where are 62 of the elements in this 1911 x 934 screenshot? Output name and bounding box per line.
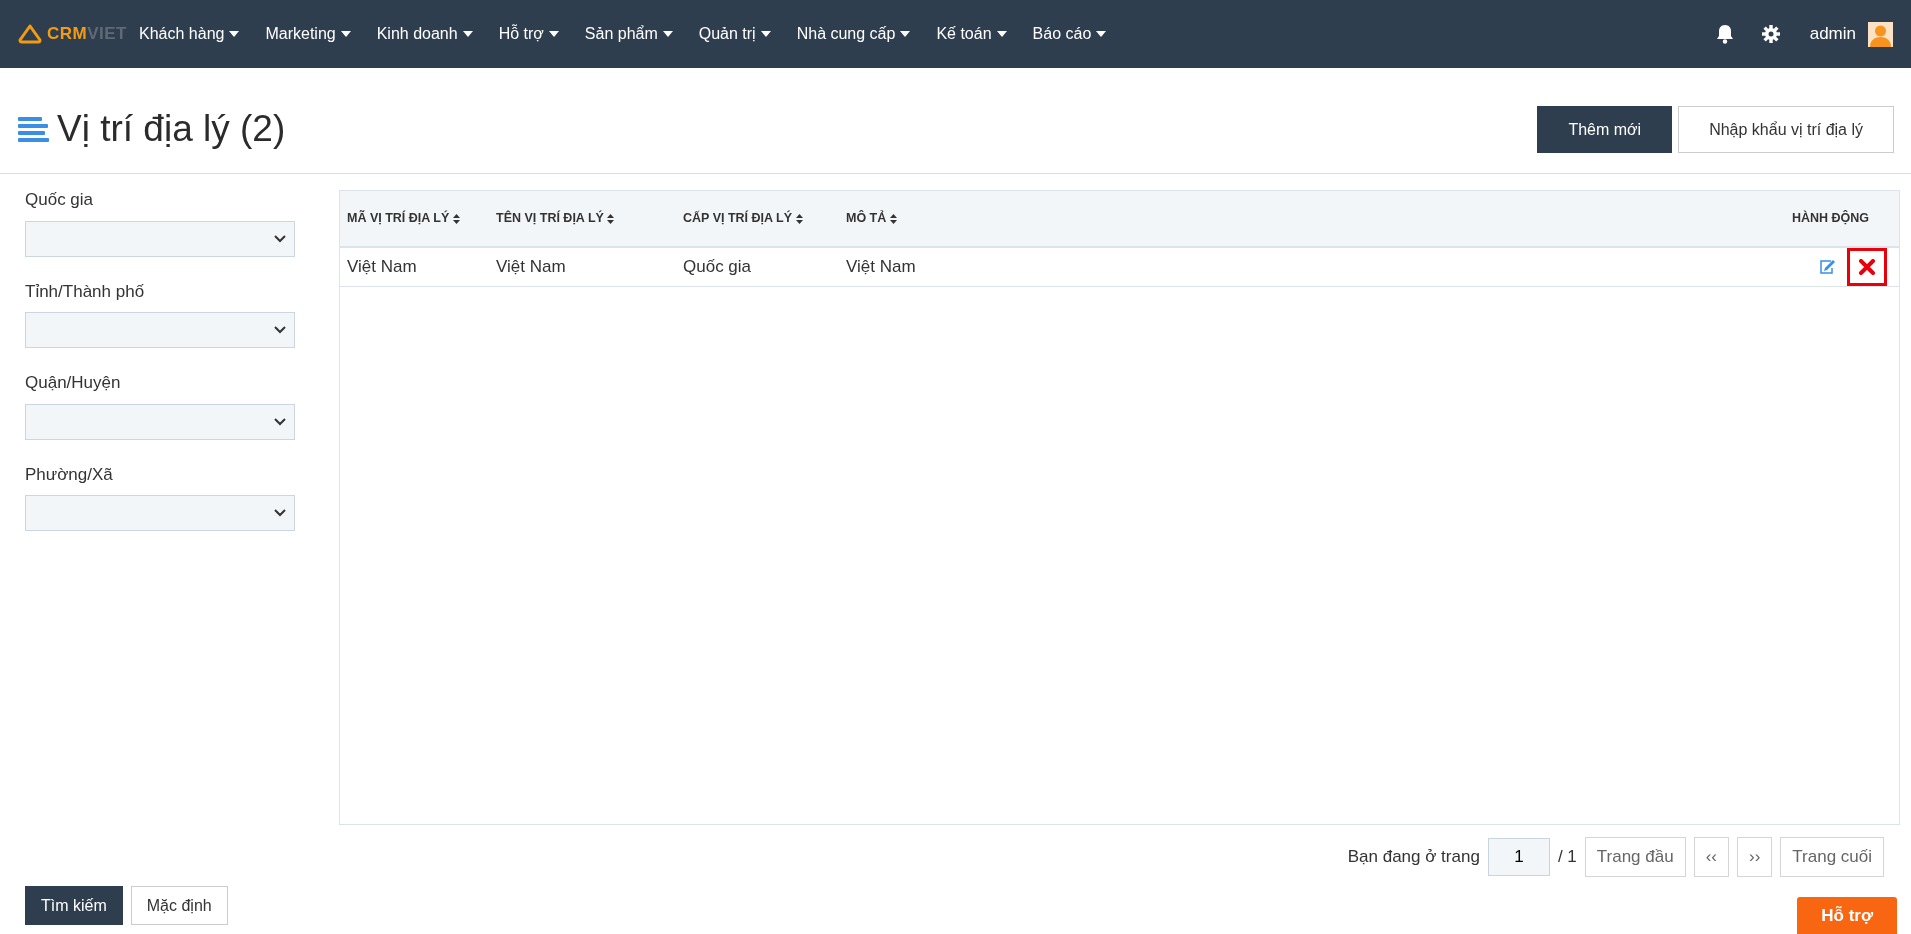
menu-item[interactable]: Nhà cung cấp: [796, 22, 911, 46]
delete-icon[interactable]: [1847, 248, 1887, 286]
table-cell: Việt Nam: [846, 257, 916, 277]
column-header[interactable]: CẤP VỊ TRÍ ĐỊA LÝ: [683, 211, 793, 226]
chevron-icon: [274, 509, 286, 517]
filter-label: Quận/Huyện: [25, 372, 122, 394]
chevron-icon: [274, 417, 286, 426]
caret-icon: [900, 31, 911, 37]
menu-item[interactable]: Báo cáo: [1032, 22, 1107, 46]
menu-item[interactable]: Kế toán: [936, 22, 1007, 46]
chevron-icon: [274, 326, 286, 334]
pagination-button[interactable]: ››: [1737, 837, 1773, 877]
column-header[interactable]: MÔ TẢ: [846, 211, 887, 226]
avatar-icon[interactable]: [1868, 21, 1893, 47]
caret-icon: [996, 31, 1007, 37]
page-input[interactable]: 1: [1487, 838, 1550, 876]
select-field[interactable]: [25, 312, 295, 348]
filter-button[interactable]: Tìm kiếm: [25, 886, 123, 925]
table-cell: Quốc gia: [683, 257, 752, 277]
caret-icon: [340, 31, 351, 37]
filter-button[interactable]: Mặc định: [130, 886, 228, 925]
header-button[interactable]: Thêm mới: [1537, 106, 1673, 153]
filter-label: Tỉnh/Thành phố: [25, 280, 146, 303]
pagination-button[interactable]: Trang cuối: [1780, 837, 1884, 877]
caret-icon: [548, 31, 559, 37]
caret-icon: [662, 31, 673, 37]
column-header[interactable]: TÊN VỊ TRÍ ĐỊA LÝ: [496, 211, 604, 226]
menu-item[interactable]: Quản trị: [698, 22, 771, 46]
sort-icon[interactable]: [607, 213, 615, 224]
user-name[interactable]: admin: [1809, 21, 1856, 47]
column-header[interactable]: HÀNH ĐỘNG: [1791, 211, 1869, 226]
filter-label: Quốc gia: [25, 189, 95, 211]
menu-item[interactable]: Hỗ trợ: [498, 22, 559, 46]
page-title: Vị trí địa lý (2): [57, 107, 286, 152]
list-icon: [18, 117, 49, 142]
table-cell: Việt Nam: [496, 257, 566, 277]
column-header[interactable]: MÃ VỊ TRÍ ĐỊA LÝ: [347, 211, 450, 226]
menu-item[interactable]: Kinh doanh: [376, 22, 473, 46]
menu-item[interactable]: Khách hàng: [139, 22, 240, 46]
settings-icon[interactable]: [1761, 25, 1780, 43]
sort-icon[interactable]: [889, 213, 897, 224]
sort-icon[interactable]: [452, 213, 460, 224]
caret-icon: [1096, 31, 1107, 37]
pagination-button[interactable]: Trang đầu: [1584, 837, 1686, 877]
caret-icon: [229, 31, 240, 37]
caret-icon: [462, 31, 473, 37]
chevron-icon: [274, 234, 286, 243]
logo-icon: [18, 24, 42, 44]
select-field[interactable]: [25, 403, 295, 440]
page-total: / 1: [1557, 846, 1577, 869]
bell-icon[interactable]: [1715, 24, 1734, 44]
caret-icon: [760, 31, 771, 37]
menu-item[interactable]: Marketing: [265, 22, 351, 46]
filter-label: Phường/Xã: [25, 463, 114, 486]
page-label: Bạn đang ở trang: [1347, 846, 1480, 869]
sort-icon[interactable]: [795, 213, 803, 224]
select-field[interactable]: [25, 495, 295, 531]
table-cell: Việt Nam: [347, 257, 417, 277]
pagination-button[interactable]: ‹‹: [1693, 837, 1729, 877]
select-field[interactable]: [25, 220, 295, 257]
menu-item[interactable]: Sản phẩm: [584, 22, 673, 46]
header-button[interactable]: Nhập khẩu vị trí địa lý: [1678, 106, 1894, 153]
